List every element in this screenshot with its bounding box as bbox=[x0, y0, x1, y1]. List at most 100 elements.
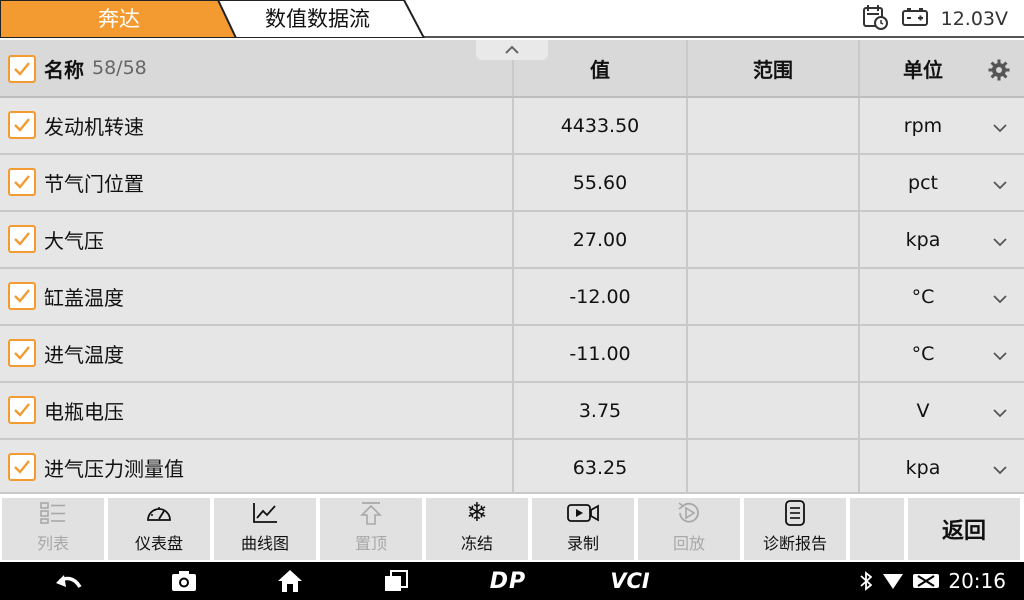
back-button[interactable]: 返回 bbox=[908, 498, 1020, 560]
row-value: -12.00 bbox=[569, 285, 631, 308]
row-value: 55.60 bbox=[572, 171, 628, 194]
row-checkbox[interactable] bbox=[8, 339, 36, 367]
row-name: 缸盖温度 bbox=[44, 286, 124, 310]
table-row[interactable]: 大气压 27.00 kpa bbox=[0, 212, 1024, 269]
battery-icon bbox=[901, 6, 929, 33]
playback-icon bbox=[676, 500, 702, 526]
row-name: 进气温度 bbox=[44, 343, 124, 367]
list-button[interactable]: 列表 bbox=[2, 498, 104, 560]
wifi-icon bbox=[880, 562, 906, 600]
playback-label: 回放 bbox=[672, 534, 705, 553]
recent-apps-icon[interactable] bbox=[380, 562, 412, 600]
gear-icon[interactable] bbox=[988, 59, 1010, 85]
name-header-label: 名称 bbox=[44, 57, 84, 82]
row-range bbox=[688, 440, 858, 495]
chevron-down-icon[interactable] bbox=[992, 289, 1008, 308]
unit-column-header: 单位 bbox=[903, 57, 943, 82]
dp-brand-logo[interactable]: DP bbox=[478, 562, 538, 600]
camera-icon[interactable] bbox=[168, 562, 200, 600]
chevron-down-icon[interactable] bbox=[992, 460, 1008, 479]
row-name: 电瓶电压 bbox=[44, 400, 124, 424]
bottom-toolbar: 列表 仪表盘 曲线图 置顶 ❄ 冻结 录制 回放 诊断报告 返回 bbox=[0, 492, 1024, 562]
row-range bbox=[688, 269, 858, 324]
row-range bbox=[688, 326, 858, 381]
row-name: 发动机转速 bbox=[44, 115, 144, 139]
list-icon bbox=[40, 500, 66, 526]
row-checkbox[interactable] bbox=[8, 453, 36, 481]
chevron-down-icon[interactable] bbox=[992, 346, 1008, 365]
pin-top-icon bbox=[359, 500, 383, 526]
calendar-clock-icon[interactable] bbox=[861, 3, 889, 36]
row-unit-select[interactable]: °C bbox=[860, 326, 986, 381]
freeze-button[interactable]: ❄ 冻结 bbox=[426, 498, 528, 560]
table-row[interactable]: 电瓶电压 3.75 V bbox=[0, 383, 1024, 440]
row-name: 节气门位置 bbox=[44, 172, 144, 196]
top-bar: 奔达 数值数据流 12.03V bbox=[0, 0, 1024, 38]
table-row[interactable]: 发动机转速 4433.50 rpm bbox=[0, 98, 1024, 155]
voltage-readout: 12.03V bbox=[940, 8, 1008, 30]
graph-label: 曲线图 bbox=[240, 534, 289, 553]
table-row[interactable]: 进气压力测量值 63.25 kpa bbox=[0, 440, 1024, 497]
row-checkbox[interactable] bbox=[8, 282, 36, 310]
record-label: 录制 bbox=[566, 534, 599, 553]
pin-top-label: 置顶 bbox=[354, 534, 387, 553]
back-arrow-icon[interactable] bbox=[48, 562, 88, 600]
row-unit-select[interactable]: rpm bbox=[860, 98, 986, 153]
dashboard-button[interactable]: 仪表盘 bbox=[108, 498, 210, 560]
dashboard-label: 仪表盘 bbox=[134, 534, 183, 553]
row-checkbox[interactable] bbox=[8, 168, 36, 196]
video-record-icon bbox=[567, 500, 599, 526]
snowflake-icon: ❄ bbox=[466, 498, 488, 528]
home-icon[interactable] bbox=[274, 562, 306, 600]
chevron-down-icon[interactable] bbox=[992, 232, 1008, 251]
pin-top-button[interactable]: 置顶 bbox=[320, 498, 422, 560]
table-row[interactable]: 进气温度 -11.00 °C bbox=[0, 326, 1024, 383]
system-nav-bar: DP VCI 20:16 bbox=[0, 562, 1024, 600]
row-value: -11.00 bbox=[569, 342, 631, 365]
row-checkbox[interactable] bbox=[8, 396, 36, 424]
status-area: 12.03V bbox=[861, 0, 1008, 38]
chevron-up-icon bbox=[505, 45, 519, 54]
range-column-header: 范围 bbox=[753, 57, 793, 82]
breadcrumb-brand[interactable]: 奔达 bbox=[98, 0, 140, 38]
report-button[interactable]: 诊断报告 bbox=[744, 498, 846, 560]
bluetooth-icon bbox=[856, 562, 876, 600]
table-row[interactable]: 节气门位置 55.60 pct bbox=[0, 155, 1024, 212]
row-checkbox[interactable] bbox=[8, 111, 36, 139]
row-value: 63.25 bbox=[572, 456, 628, 479]
breadcrumb-page[interactable]: 数值数据流 bbox=[265, 0, 370, 38]
clock: 20:16 bbox=[948, 569, 1006, 593]
row-value: 3.75 bbox=[578, 399, 622, 422]
name-column-header: 名称 58/58 bbox=[44, 40, 147, 96]
line-chart-icon bbox=[252, 500, 278, 526]
row-range bbox=[688, 155, 858, 210]
list-label: 列表 bbox=[36, 534, 69, 553]
graph-button[interactable]: 曲线图 bbox=[214, 498, 316, 560]
row-value: 4433.50 bbox=[560, 114, 640, 137]
collapse-handle[interactable] bbox=[476, 40, 548, 60]
table-header: 名称 58/58 值 范围 单位 bbox=[0, 40, 1024, 98]
row-unit-select[interactable]: °C bbox=[860, 269, 986, 324]
playback-button[interactable]: 回放 bbox=[638, 498, 740, 560]
gauge-icon bbox=[145, 500, 173, 526]
no-sim-icon bbox=[910, 562, 942, 600]
vci-brand-logo[interactable]: VCI bbox=[600, 562, 660, 600]
table-row[interactable]: 缸盖温度 -12.00 °C bbox=[0, 269, 1024, 326]
row-checkbox[interactable] bbox=[8, 225, 36, 253]
select-all-checkbox[interactable] bbox=[8, 55, 36, 83]
row-unit-select[interactable]: pct bbox=[860, 155, 986, 210]
report-label: 诊断报告 bbox=[762, 534, 827, 553]
chevron-down-icon[interactable] bbox=[992, 118, 1008, 137]
toolbar-spacer bbox=[850, 498, 904, 560]
record-button[interactable]: 录制 bbox=[532, 498, 634, 560]
row-name: 进气压力测量值 bbox=[44, 457, 184, 481]
chevron-down-icon[interactable] bbox=[992, 403, 1008, 422]
report-icon bbox=[784, 500, 806, 526]
row-unit-select[interactable]: kpa bbox=[860, 212, 986, 267]
item-count: 58/58 bbox=[92, 57, 147, 79]
row-unit-select[interactable]: kpa bbox=[860, 440, 986, 495]
row-value: 27.00 bbox=[572, 228, 628, 251]
row-name: 大气压 bbox=[44, 229, 104, 253]
chevron-down-icon[interactable] bbox=[992, 175, 1008, 194]
row-unit-select[interactable]: V bbox=[860, 383, 986, 438]
